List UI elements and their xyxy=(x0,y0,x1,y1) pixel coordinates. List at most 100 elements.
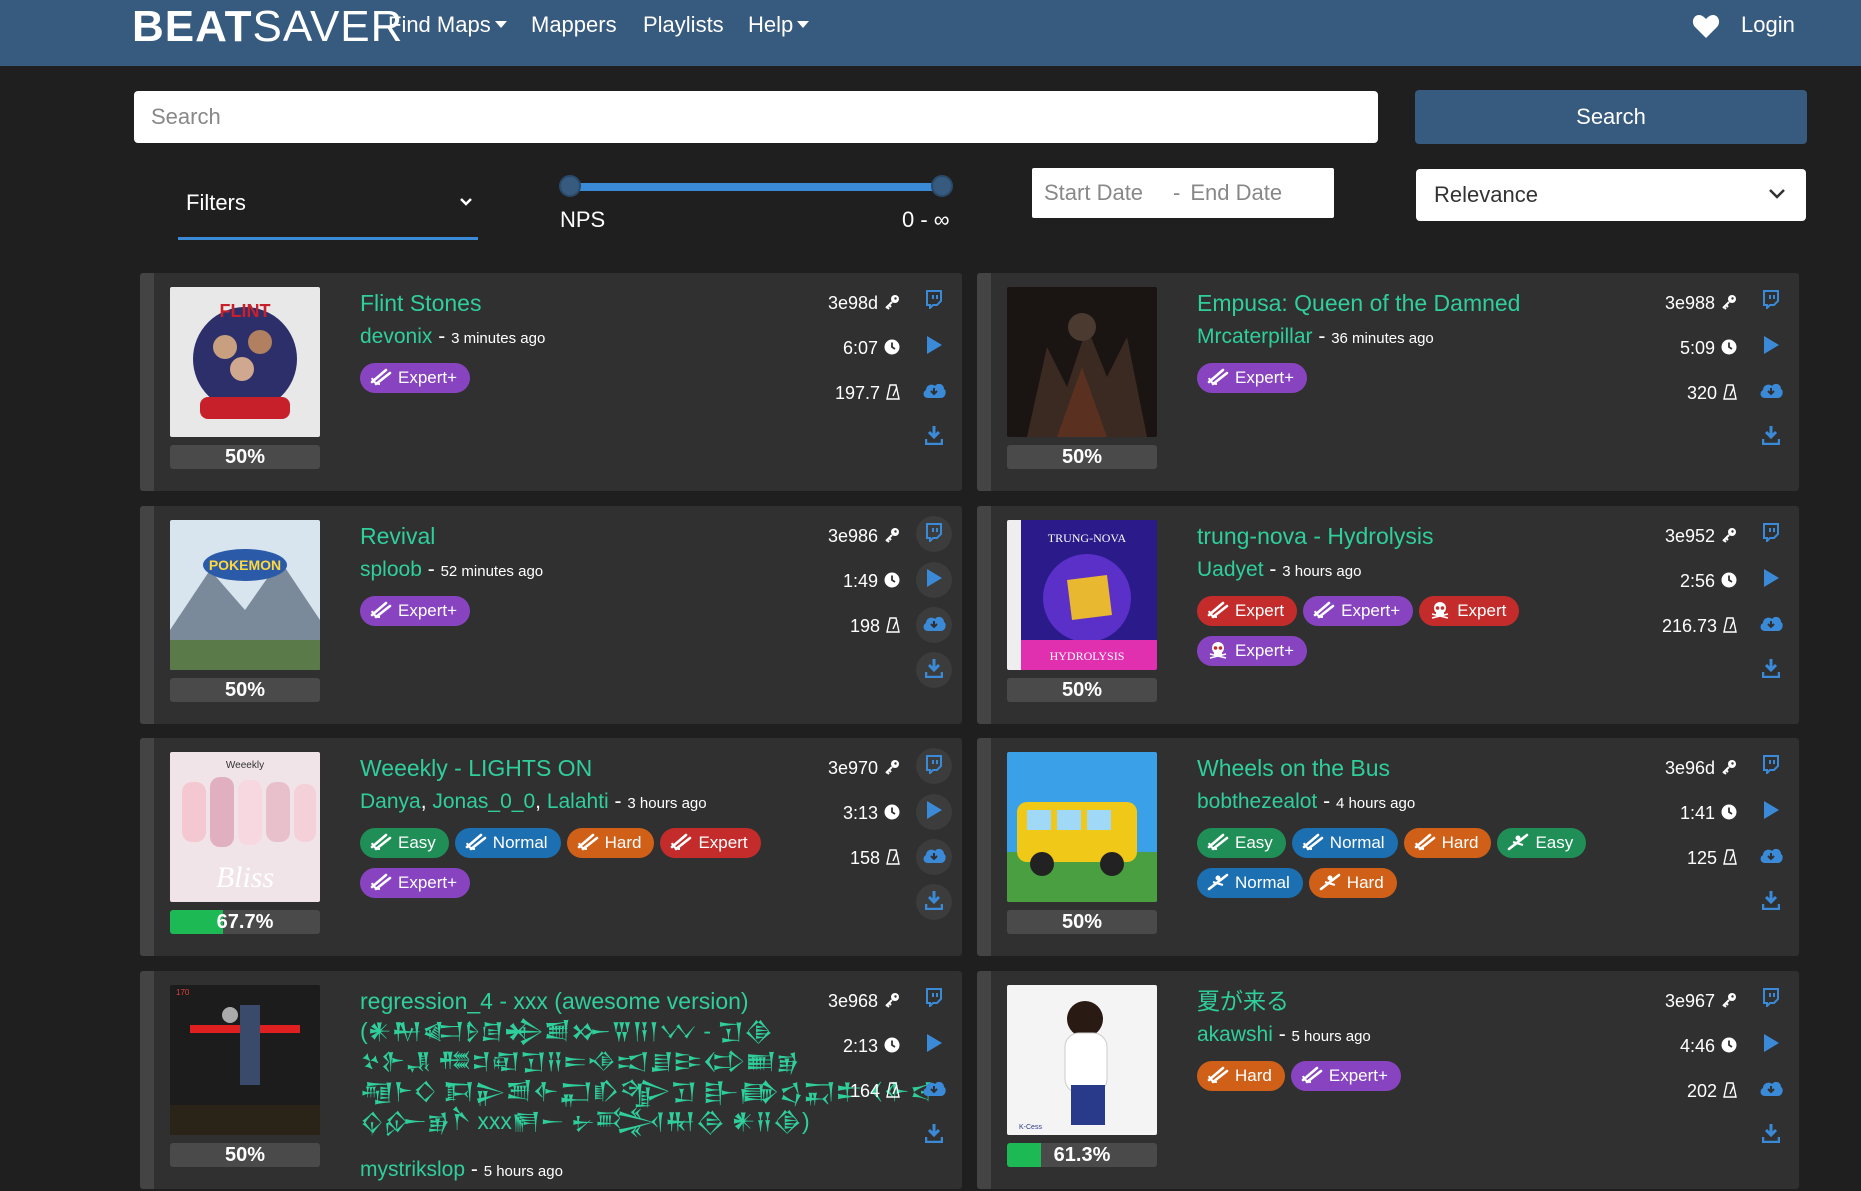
download-button[interactable] xyxy=(1753,419,1789,455)
one-click-install-button[interactable] xyxy=(1753,839,1789,875)
map-key[interactable]: 3e967 xyxy=(1665,989,1737,1013)
download-button[interactable] xyxy=(1753,884,1789,920)
one-click-install-button[interactable] xyxy=(1753,1072,1789,1108)
cloud-download-icon xyxy=(1759,846,1783,869)
preview-button[interactable] xyxy=(916,562,952,598)
download-button[interactable] xyxy=(1753,652,1789,688)
map-key[interactable]: 3e96d xyxy=(1665,756,1737,780)
heart-icon[interactable] xyxy=(1692,13,1720,39)
login-link[interactable]: Login xyxy=(1741,10,1795,40)
map-title[interactable]: Wheels on the Bus xyxy=(1197,753,1390,783)
map-cover-image[interactable]: TRUNG-NOVA HYDROLYSIS xyxy=(1007,520,1157,670)
map-key[interactable]: 3e952 xyxy=(1665,524,1737,548)
map-cover-image[interactable]: FLINT xyxy=(170,287,320,437)
download-button[interactable] xyxy=(1753,1117,1789,1153)
mapper-link[interactable]: Mrcaterpillar xyxy=(1197,325,1313,348)
map-cover-image[interactable]: 170 xyxy=(170,985,320,1135)
mapper-link[interactable]: akawshi xyxy=(1197,1023,1273,1046)
mapper-link[interactable]: bobthezealot xyxy=(1197,790,1317,813)
map-cover-image[interactable] xyxy=(1007,752,1157,902)
one-click-install-button[interactable] xyxy=(1753,374,1789,410)
mapper-link[interactable]: devonix xyxy=(360,325,432,348)
map-card[interactable]: 170 50% regression_4 - xxx (awesome vers… xyxy=(140,971,962,1189)
preview-button[interactable] xyxy=(1753,794,1789,830)
map-title[interactable]: Flint Stones xyxy=(360,288,481,318)
preview-button[interactable] xyxy=(1753,1027,1789,1063)
one-click-install-button[interactable] xyxy=(916,839,952,875)
date-range-picker[interactable]: Start Date - End Date xyxy=(1032,168,1334,218)
copy-bsr-button[interactable] xyxy=(1753,516,1789,552)
mapper-link[interactable]: Jonas_0_0 xyxy=(432,790,535,813)
map-card[interactable]: FLINT 50% Flint Stones devonix - 3 minut… xyxy=(140,273,962,491)
map-card[interactable]: Bliss Weeekly 67.7% Weeekly - LIGHTS ON D… xyxy=(140,738,962,956)
map-bpm: 320 xyxy=(1687,381,1737,405)
map-cover-image[interactable]: POKEMON xyxy=(170,520,320,670)
map-card[interactable]: 50% Wheels on the Bus bobthezealot - 4 h… xyxy=(977,738,1799,956)
nav-find-maps[interactable]: Find Maps xyxy=(388,10,507,40)
map-key[interactable]: 3e986 xyxy=(828,524,900,548)
nps-slider-min-handle[interactable] xyxy=(559,175,581,197)
difficulty-list: Easy Normal Hard Expert Expert+ xyxy=(360,828,800,908)
map-key[interactable]: 3e98d xyxy=(828,291,900,315)
copy-bsr-button[interactable] xyxy=(916,516,952,552)
one-click-install-button[interactable] xyxy=(1753,607,1789,643)
copy-bsr-button[interactable] xyxy=(1753,748,1789,784)
download-button[interactable] xyxy=(916,419,952,455)
nps-slider-track[interactable] xyxy=(570,183,942,191)
map-cover-image[interactable] xyxy=(1007,287,1157,437)
nav-playlists[interactable]: Playlists xyxy=(643,10,724,40)
preview-button[interactable] xyxy=(916,1027,952,1063)
copy-bsr-button[interactable] xyxy=(916,981,952,1017)
sort-select[interactable]: Relevance xyxy=(1416,169,1806,221)
map-card[interactable]: K-Cess 61.3% 夏が来る akawshi - 5 hours ago … xyxy=(977,971,1799,1189)
mapper-link[interactable]: Uadyet xyxy=(1197,558,1264,581)
key-icon xyxy=(1722,760,1736,775)
download-button[interactable] xyxy=(916,1117,952,1153)
map-title[interactable]: Weeekly - LIGHTS ON xyxy=(360,753,592,783)
rating-value: 61.3% xyxy=(1053,1144,1111,1166)
preview-button[interactable] xyxy=(916,794,952,830)
copy-bsr-button[interactable] xyxy=(1753,283,1789,319)
map-cover-image[interactable]: Bliss Weeekly xyxy=(170,752,320,902)
search-input[interactable] xyxy=(134,91,1378,143)
clock-icon xyxy=(884,572,900,588)
cloud-download-icon xyxy=(922,381,946,404)
nps-slider-max-handle[interactable] xyxy=(931,175,953,197)
mapper-link[interactable]: Lalahti xyxy=(547,790,609,813)
brand-logo[interactable]: BEATSAVER xyxy=(132,2,403,52)
map-key[interactable]: 3e968 xyxy=(828,989,900,1013)
difficulty-badge: Easy xyxy=(360,828,449,858)
map-cover-image[interactable]: K-Cess xyxy=(1007,985,1157,1135)
author-line: devonix - 3 minutes ago xyxy=(360,325,546,348)
one-click-install-button[interactable] xyxy=(916,1072,952,1108)
map-title[interactable]: 夏が来る xyxy=(1197,986,1289,1016)
download-icon xyxy=(1761,1123,1781,1148)
filters-dropdown[interactable]: Filters xyxy=(178,184,478,240)
map-title[interactable]: Revival xyxy=(360,521,435,551)
upload-age: 52 minutes ago xyxy=(440,563,544,580)
mapper-link[interactable]: sploob xyxy=(360,558,422,581)
one-click-install-button[interactable] xyxy=(916,607,952,643)
map-card[interactable]: POKEMON 50% Revival sploob - 52 minutes … xyxy=(140,506,962,724)
one-click-install-button[interactable] xyxy=(916,374,952,410)
preview-button[interactable] xyxy=(1753,562,1789,598)
nav-help[interactable]: Help xyxy=(748,10,810,40)
preview-button[interactable] xyxy=(1753,329,1789,365)
map-title[interactable]: trung-nova - Hydrolysis xyxy=(1197,521,1433,551)
mapper-link[interactable]: Danya xyxy=(360,790,421,813)
preview-button[interactable] xyxy=(916,329,952,365)
map-key[interactable]: 3e970 xyxy=(828,756,900,780)
map-key[interactable]: 3e988 xyxy=(1665,291,1737,315)
map-card[interactable]: TRUNG-NOVA HYDROLYSIS 50% trung-nova - Hy… xyxy=(977,506,1799,724)
copy-bsr-button[interactable] xyxy=(1753,981,1789,1017)
nav-mappers[interactable]: Mappers xyxy=(531,10,617,40)
download-button[interactable] xyxy=(916,652,952,688)
clock-icon xyxy=(1721,572,1737,588)
map-card[interactable]: 50% Empusa: Queen of the Damned Mrcaterp… xyxy=(977,273,1799,491)
copy-bsr-button[interactable] xyxy=(916,283,952,319)
copy-bsr-button[interactable] xyxy=(916,748,952,784)
mapper-link[interactable]: mystrikslop xyxy=(360,1158,465,1181)
search-button[interactable]: Search xyxy=(1415,90,1807,144)
map-title[interactable]: Empusa: Queen of the Damned xyxy=(1197,288,1520,318)
download-button[interactable] xyxy=(916,884,952,920)
